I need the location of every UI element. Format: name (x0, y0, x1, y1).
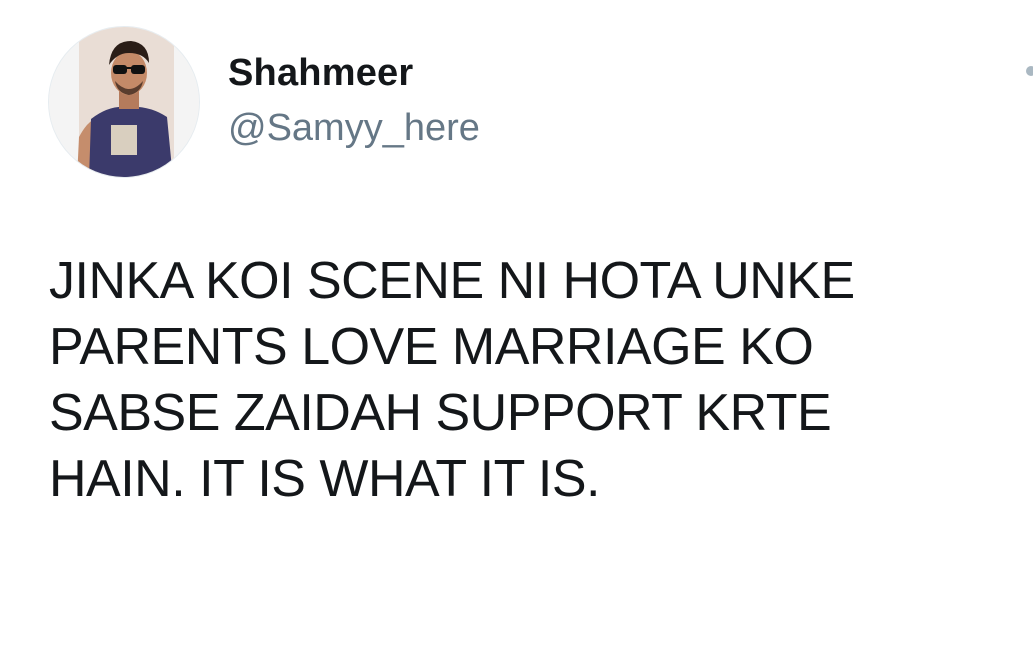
tweet-card: Shahmeer @Samyy_here JINKA KOI SCENE NI … (0, 0, 1033, 656)
tweet-text: JINKA KOI SCENE NI HOTA UNKE PARENTS LOV… (49, 248, 1009, 512)
display-name[interactable]: Shahmeer (228, 52, 413, 95)
tweet-text-line: PARENTS LOVE MARRIAGE KO (49, 318, 814, 376)
user-handle[interactable]: @Samyy_here (228, 107, 480, 150)
tweet-text-line: SABSE ZAIDAH SUPPORT KRTE (49, 384, 832, 442)
tweet-text-line: JINKA KOI SCENE NI HOTA UNKE (49, 252, 855, 310)
avatar-photo-icon (49, 27, 199, 177)
tweet-text-line: HAIN. IT IS WHAT IT IS. (49, 450, 600, 508)
chevron-down-icon[interactable] (1026, 66, 1033, 76)
avatar[interactable] (48, 26, 200, 178)
